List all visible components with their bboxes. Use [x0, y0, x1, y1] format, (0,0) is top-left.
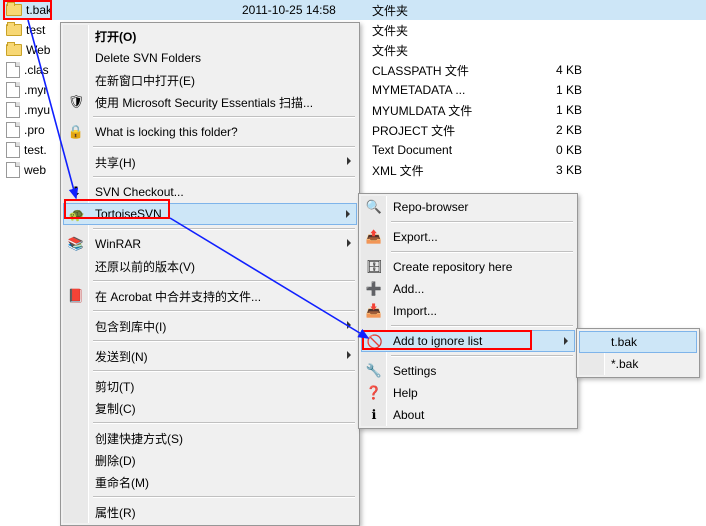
menu-repo-browser[interactable]: 🔍Repo-browser: [361, 196, 575, 218]
menu-settings[interactable]: 🔧Settings: [361, 360, 575, 382]
file-size: 3 KB: [542, 163, 602, 177]
create-repo-icon: 🗄: [366, 259, 382, 275]
context-menu-tortoisesvn: 🔍Repo-browser 📤Export... 🗄Create reposit…: [358, 193, 578, 429]
file-name: t.bak: [26, 3, 52, 17]
menu-delete[interactable]: 删除(D): [63, 449, 357, 471]
winrar-icon: 📚: [68, 236, 84, 252]
menu-open-new-window[interactable]: 在新窗口中打开(E): [63, 69, 357, 91]
context-menu-ignore-list: t.bak *.bak: [576, 328, 700, 378]
menu-svn-checkout[interactable]: ⬇SVN Checkout...: [63, 181, 357, 203]
file-type: 文件夹: [372, 2, 542, 19]
menu-help[interactable]: ❓Help: [361, 382, 575, 404]
menu-include-library[interactable]: 包含到库中(I): [63, 315, 357, 337]
file-name: .pro: [24, 123, 45, 137]
file-name: test: [26, 23, 45, 37]
file-name: .myu: [24, 103, 50, 117]
repo-icon: 🔍: [366, 199, 382, 215]
file-size: 0 KB: [542, 143, 602, 157]
file-name: .myr: [24, 83, 47, 97]
menu-add-ignore[interactable]: 🚫Add to ignore list: [361, 330, 575, 352]
folder-icon: [6, 4, 22, 16]
file-name: web: [24, 163, 46, 177]
checkout-icon: ⬇: [68, 184, 84, 200]
chevron-right-icon: [347, 157, 351, 165]
file-name: .clas: [24, 63, 49, 77]
menu-ignore-glob[interactable]: *.bak: [579, 353, 697, 375]
menu-create-repo[interactable]: 🗄Create repository here: [361, 256, 575, 278]
settings-icon: 🔧: [366, 363, 382, 379]
about-icon: ℹ: [366, 407, 382, 423]
menu-about[interactable]: ℹAbout: [361, 404, 575, 426]
menu-restore-versions[interactable]: 还原以前的版本(V): [63, 255, 357, 277]
menu-ignore-exact[interactable]: t.bak: [579, 331, 697, 353]
file-date: 2011-10-25 14:58: [242, 3, 372, 17]
import-icon: 📥: [366, 303, 382, 319]
menu-add[interactable]: ➕Add...: [361, 278, 575, 300]
acrobat-icon: 📕: [68, 288, 84, 304]
file-size: 2 KB: [542, 123, 602, 137]
menu-tortoisesvn[interactable]: 🐢TortoiseSVN: [63, 203, 357, 225]
menu-properties[interactable]: 属性(R): [63, 501, 357, 523]
file-icon: [6, 102, 20, 118]
file-icon: [6, 82, 20, 98]
help-icon: ❓: [366, 385, 382, 401]
folder-icon: [6, 24, 22, 36]
file-size: 1 KB: [542, 103, 602, 117]
menu-import[interactable]: 📥Import...: [361, 300, 575, 322]
menu-acrobat-combine[interactable]: 📕在 Acrobat 中合并支持的文件...: [63, 285, 357, 307]
context-menu-main: 打开(O) Delete SVN Folders 在新窗口中打开(E) 🛡使用 …: [60, 22, 360, 526]
file-type: PROJECT 文件: [372, 122, 542, 139]
file-row[interactable]: t.bak 2011-10-25 14:58 文件夹: [0, 0, 706, 20]
menu-create-shortcut[interactable]: 创建快捷方式(S): [63, 427, 357, 449]
menu-send-to[interactable]: 发送到(N): [63, 345, 357, 367]
file-icon: [6, 122, 20, 138]
file-type: 文件夹: [372, 42, 542, 59]
file-icon: [6, 62, 20, 78]
add-icon: ➕: [366, 281, 382, 297]
file-type: CLASSPATH 文件: [372, 62, 542, 79]
file-name: test.: [24, 143, 47, 157]
menu-rename[interactable]: 重命名(M): [63, 471, 357, 493]
menu-mse-scan[interactable]: 🛡使用 Microsoft Security Essentials 扫描...: [63, 91, 357, 113]
menu-copy[interactable]: 复制(C): [63, 397, 357, 419]
file-type: Text Document: [372, 143, 542, 157]
chevron-right-icon: [347, 239, 351, 247]
ignore-icon: 🚫: [367, 334, 383, 350]
menu-winrar[interactable]: 📚WinRAR: [63, 233, 357, 255]
menu-what-is-locking[interactable]: 🔒What is locking this folder?: [63, 121, 357, 143]
menu-share[interactable]: 共享(H): [63, 151, 357, 173]
shield-icon: 🛡: [68, 94, 84, 110]
file-type: MYUMLDATA 文件: [372, 102, 542, 119]
file-type: XML 文件: [372, 162, 542, 179]
file-name: Web: [26, 43, 50, 57]
file-icon: [6, 162, 20, 178]
chevron-right-icon: [564, 337, 568, 345]
menu-cut[interactable]: 剪切(T): [63, 375, 357, 397]
file-size: 1 KB: [542, 83, 602, 97]
tortoise-icon: 🐢: [69, 207, 85, 223]
export-icon: 📤: [366, 229, 382, 245]
file-icon: [6, 142, 20, 158]
lock-icon: 🔒: [68, 124, 84, 140]
file-type: 文件夹: [372, 22, 542, 39]
folder-icon: [6, 44, 22, 56]
chevron-right-icon: [347, 351, 351, 359]
chevron-right-icon: [347, 321, 351, 329]
file-type: MYMETADATA ...: [372, 83, 542, 97]
menu-export[interactable]: 📤Export...: [361, 226, 575, 248]
menu-delete-svn-folders[interactable]: Delete SVN Folders: [63, 47, 357, 69]
menu-open[interactable]: 打开(O): [63, 25, 357, 47]
chevron-right-icon: [346, 210, 350, 218]
file-size: 4 KB: [542, 63, 602, 77]
